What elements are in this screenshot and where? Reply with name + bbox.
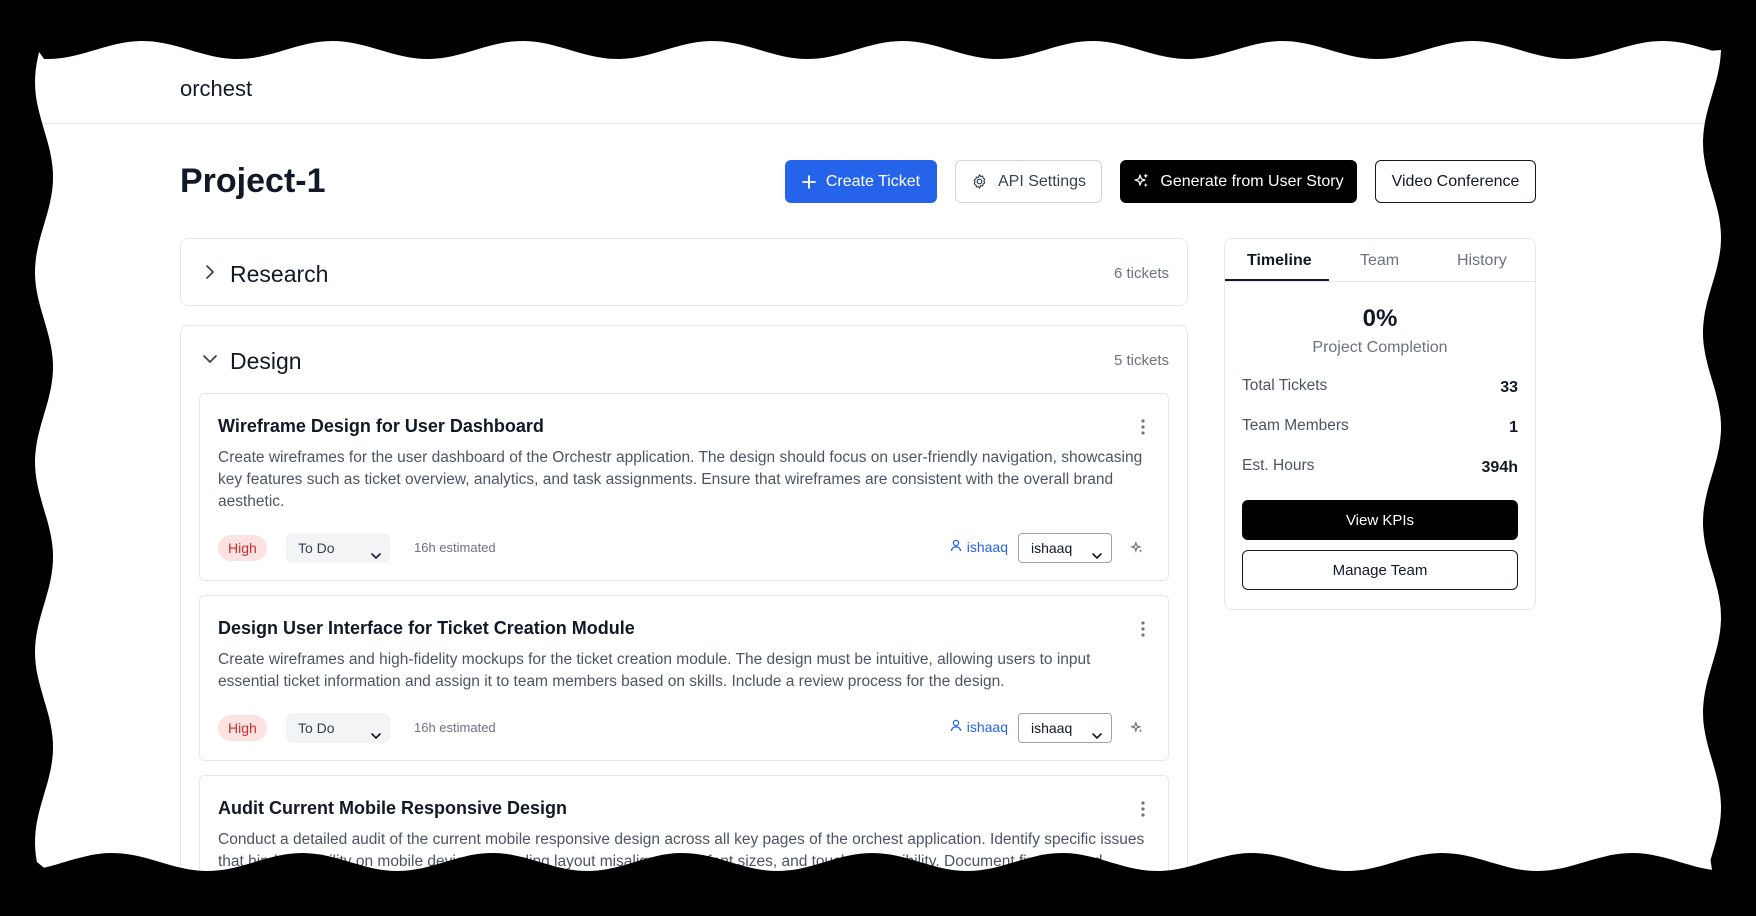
ticket-title: Design User Interface for Ticket Creatio… bbox=[218, 618, 635, 638]
priority-badge: High bbox=[218, 715, 267, 741]
more-vertical-icon[interactable] bbox=[1140, 418, 1146, 436]
section-title: Research bbox=[230, 261, 329, 287]
brand-logo[interactable]: orchest bbox=[180, 76, 252, 102]
tab-timeline[interactable]: Timeline bbox=[1247, 252, 1312, 270]
ai-suggest-icon[interactable] bbox=[1129, 720, 1144, 735]
plus-icon bbox=[801, 174, 816, 189]
ticket-title: Audit Current Mobile Responsive Design bbox=[218, 798, 568, 818]
completion-label: Project Completion bbox=[1312, 339, 1448, 356]
create-ticket-label: Create Ticket bbox=[825, 172, 921, 190]
chevron-down-icon bbox=[201, 350, 219, 368]
ticket-description: Conduct a detailed audit of the current … bbox=[218, 831, 1145, 870]
estimate-text: 16h estimated bbox=[414, 720, 496, 735]
more-vertical-icon[interactable] bbox=[1140, 800, 1146, 818]
section-header-research[interactable]: Research 6 tickets bbox=[181, 239, 1187, 307]
generate-from-user-story-button[interactable]: Generate from User Story bbox=[1120, 160, 1357, 203]
assignee-name: ishaaq bbox=[966, 539, 1008, 555]
assignee-link[interactable]: ishaaq bbox=[950, 539, 1008, 555]
status-select[interactable]: To Do bbox=[286, 713, 390, 743]
stat-value: 394h bbox=[1481, 459, 1518, 476]
video-conference-label: Video Conference bbox=[1391, 172, 1520, 190]
ticket-card[interactable]: Audit Current Mobile Responsive Design C… bbox=[199, 775, 1169, 916]
assignee-select-value: ishaaq bbox=[1031, 540, 1073, 556]
status-value: To Do bbox=[298, 720, 335, 736]
view-kpis-button[interactable]: View KPIs bbox=[1242, 500, 1518, 540]
sparkles-icon bbox=[1133, 173, 1150, 190]
stat-value: 33 bbox=[1500, 379, 1518, 396]
assignee-link[interactable]: ishaaq bbox=[950, 719, 1008, 735]
assignee-select-value: ishaaq bbox=[1031, 720, 1073, 736]
chevron-down-icon bbox=[1091, 543, 1103, 560]
completion-percentage: 0% bbox=[1362, 305, 1398, 332]
section-title: Design bbox=[230, 348, 302, 374]
manage-team-button[interactable]: Manage Team bbox=[1242, 550, 1518, 590]
ticket-footer: High To Do 16h estimated ishaaq ishaaq bbox=[218, 533, 1150, 563]
assignee-name: ishaaq bbox=[966, 719, 1008, 735]
ticket-description: Create wireframes for the user dashboard… bbox=[218, 449, 1143, 510]
section-research: Research 6 tickets bbox=[180, 238, 1188, 306]
ai-suggest-icon[interactable] bbox=[1129, 540, 1144, 555]
assignee-select[interactable]: ishaaq bbox=[1018, 533, 1112, 563]
estimate-text: 16h estimated bbox=[414, 540, 496, 555]
stat-label: Team Members bbox=[1242, 417, 1349, 434]
stat-label: Est. Hours bbox=[1242, 457, 1315, 474]
section-header-design[interactable]: Design 5 tickets bbox=[181, 326, 1187, 394]
chevron-down-icon bbox=[370, 542, 382, 560]
panel-tabs: Timeline Team History bbox=[1225, 239, 1535, 282]
status-select[interactable]: To Do bbox=[286, 533, 390, 563]
more-vertical-icon[interactable] bbox=[1140, 620, 1146, 638]
ticket-count: 5 tickets bbox=[1113, 352, 1169, 369]
app-window: orchest Project-1 Create Ticket API Sett… bbox=[0, 0, 1756, 916]
ticket-description: Create wireframes and high-fidelity mock… bbox=[218, 651, 1091, 690]
chevron-down-icon bbox=[370, 722, 382, 740]
ticket-card[interactable]: Wireframe Design for User Dashboard Crea… bbox=[199, 393, 1169, 581]
user-icon bbox=[950, 719, 962, 735]
ticket-footer: High To Do 16h estimated ishaaq ishaaq bbox=[218, 713, 1150, 743]
stat-value: 1 bbox=[1509, 419, 1518, 436]
api-settings-label: API Settings bbox=[997, 172, 1087, 190]
ticket-card[interactable]: Design User Interface for Ticket Creatio… bbox=[199, 595, 1169, 761]
chevron-right-icon bbox=[201, 263, 219, 281]
create-ticket-button[interactable]: Create Ticket bbox=[785, 160, 937, 203]
section-design: Design 5 tickets Wireframe Design for Us… bbox=[180, 325, 1188, 916]
status-value: To Do bbox=[298, 540, 335, 556]
user-icon bbox=[950, 539, 962, 555]
chevron-down-icon bbox=[1091, 723, 1103, 740]
project-summary-panel: Timeline Team History 0% Project Complet… bbox=[1224, 238, 1536, 610]
video-conference-button[interactable]: Video Conference bbox=[1375, 160, 1536, 203]
top-bar: orchest bbox=[0, 60, 1756, 124]
assignee-select[interactable]: ishaaq bbox=[1018, 713, 1112, 743]
tab-history[interactable]: History bbox=[1457, 252, 1507, 270]
gear-icon bbox=[971, 173, 988, 190]
tab-team[interactable]: Team bbox=[1360, 252, 1399, 270]
generate-label: Generate from User Story bbox=[1160, 172, 1344, 190]
page-title: Project-1 bbox=[180, 162, 326, 200]
ticket-title: Wireframe Design for User Dashboard bbox=[218, 416, 544, 436]
ticket-count: 6 tickets bbox=[1113, 265, 1169, 282]
active-tab-indicator bbox=[1225, 279, 1329, 281]
stat-label: Total Tickets bbox=[1242, 377, 1328, 394]
api-settings-button[interactable]: API Settings bbox=[955, 160, 1102, 203]
priority-badge: High bbox=[218, 535, 267, 561]
